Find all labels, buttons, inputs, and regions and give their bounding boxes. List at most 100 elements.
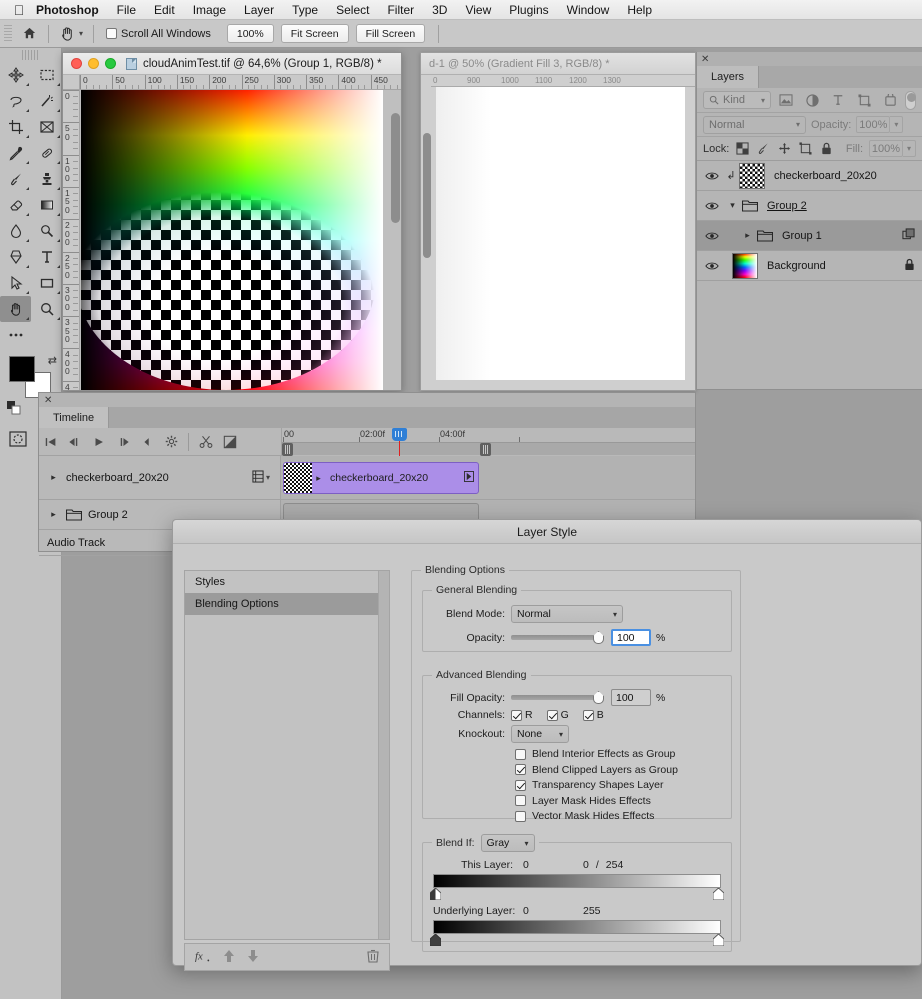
layer-row-background[interactable]: Background — [697, 251, 922, 281]
layer-visibility-icon[interactable] — [701, 171, 723, 181]
zoom-100-button[interactable]: 100% — [227, 24, 274, 43]
image-filter-icon[interactable] — [775, 91, 797, 109]
toolbar-grip[interactable] — [22, 50, 40, 60]
active-tool-hand-icon[interactable]: ▾ — [55, 25, 87, 42]
tool-preset-chevron-down-icon[interactable]: ▾ — [79, 29, 83, 38]
styles-list-scrollbar[interactable] — [378, 571, 389, 939]
underlying-layer-sliders[interactable] — [433, 934, 721, 947]
menu-item-layer[interactable]: Layer — [235, 0, 283, 20]
fill-opacity-input[interactable]: 100 — [611, 689, 651, 706]
layer-mask-hides-effects-checkbox[interactable]: Layer Mask Hides Effects — [515, 795, 731, 807]
this-layer-white-slider[interactable] — [713, 888, 724, 900]
layer-mask-hides-effects-box[interactable] — [515, 795, 526, 806]
vertical-scrollbar-background[interactable] — [423, 133, 431, 258]
chevron-right-icon[interactable]: ▸ — [741, 230, 754, 241]
audio-mute-icon[interactable] — [135, 429, 159, 455]
move-up-icon[interactable] — [223, 949, 235, 966]
layer-visibility-icon[interactable] — [701, 231, 723, 241]
fill-opacity-slider[interactable] — [511, 695, 603, 700]
delete-icon[interactable] — [367, 949, 379, 966]
chevron-down-icon[interactable]: ▾ — [761, 96, 765, 105]
adjustment-filter-icon[interactable] — [801, 91, 823, 109]
swap-colors-icon[interactable]: ⇄ — [48, 354, 57, 367]
chevron-right-icon[interactable]: ▸ — [312, 473, 325, 484]
blend-interior-effects-checkbox[interactable]: Blend Interior Effects as Group — [515, 748, 731, 760]
channel-r-checkbox[interactable]: R — [511, 709, 533, 721]
vector-mask-hides-effects-checkbox[interactable]: Vector Mask Hides Effects — [515, 810, 731, 822]
minimize-window-button[interactable] — [88, 58, 99, 69]
close-window-button[interactable] — [71, 58, 82, 69]
channel-r-box[interactable] — [511, 710, 522, 721]
layer-name-label[interactable]: Group 1 — [782, 230, 822, 242]
layer-opacity-value[interactable]: 100% — [856, 116, 890, 133]
this-layer-black-slider[interactable] — [430, 888, 441, 900]
transparency-shapes-layer-box[interactable] — [515, 780, 526, 791]
close-icon[interactable]: ✕ — [44, 395, 52, 406]
lock-all-icon[interactable] — [819, 141, 834, 157]
layer-opacity-stepper[interactable]: ▾ — [890, 116, 903, 133]
eyedropper-tool[interactable] — [0, 140, 31, 166]
this-layer-gradient[interactable] — [433, 874, 721, 888]
menu-item-window[interactable]: Window — [558, 0, 619, 20]
type-filter-icon[interactable] — [827, 91, 849, 109]
options-bar-grip[interactable] — [4, 25, 12, 43]
layer-visibility-icon[interactable] — [701, 261, 723, 271]
menu-item-help[interactable]: Help — [618, 0, 661, 20]
chevron-down-icon[interactable]: ▾ — [551, 730, 563, 739]
chevron-right-icon[interactable]: ▸ — [47, 472, 60, 483]
playhead-handle[interactable] — [392, 428, 407, 441]
video-track-icon[interactable] — [252, 470, 264, 486]
brush-tool[interactable] — [0, 166, 31, 192]
opacity-slider[interactable] — [511, 635, 603, 640]
crop-tool[interactable] — [0, 114, 31, 140]
document-window-background[interactable]: d-1 @ 50% (Gradient Fill 3, RGB/8) * 090… — [420, 52, 696, 391]
lock-image-icon[interactable] — [756, 141, 771, 157]
document-titlebar[interactable]: cloudAnimTest.tif @ 64,6% (Group 1, RGB/… — [63, 53, 401, 75]
move-down-icon[interactable] — [247, 949, 259, 966]
more-tools-icon[interactable] — [0, 322, 31, 348]
blend-clipped-layers-checkbox[interactable]: Blend Clipped Layers as Group — [515, 764, 731, 776]
opacity-input[interactable]: 100 — [611, 629, 651, 646]
fit-screen-button[interactable]: Fit Screen — [281, 24, 349, 43]
layer-visibility-icon[interactable] — [701, 201, 723, 211]
chevron-down-icon[interactable]: ▾ — [796, 120, 800, 129]
work-area-start-handle[interactable] — [282, 443, 293, 456]
layer-row-checkerboard[interactable]: ↲ checkerboard_20x20 — [697, 161, 922, 191]
settings-gear-icon[interactable] — [159, 429, 183, 455]
layer-name-label[interactable]: checkerboard_20x20 — [774, 170, 877, 182]
knockout-select[interactable]: None ▾ — [511, 725, 569, 743]
layer-fill-stepper[interactable]: ▾ — [903, 140, 916, 157]
split-clip-icon[interactable] — [194, 429, 218, 455]
styles-list[interactable]: Styles Blending Options — [184, 570, 390, 940]
pen-tool[interactable] — [0, 244, 31, 270]
lock-artboard-icon[interactable] — [798, 141, 813, 157]
layer-thumbnail[interactable] — [739, 163, 765, 189]
layer-filter-kind-select[interactable]: Kind ▾ — [703, 91, 771, 109]
menu-item-plugins[interactable]: Plugins — [500, 0, 557, 20]
type-tool[interactable] — [31, 244, 62, 270]
layer-thumbnail[interactable] — [732, 253, 758, 279]
this-layer-sliders[interactable] — [433, 888, 721, 901]
lock-position-icon[interactable] — [777, 141, 792, 157]
timeline-track-header[interactable]: ▸ checkerboard_20x20 ▾ — [39, 456, 281, 499]
channel-g-box[interactable] — [547, 710, 558, 721]
timeline-track-checkerboard[interactable]: ▸ checkerboard_20x20 ▾ ▸ checkerboard_20… — [39, 456, 695, 500]
underlying-black-slider[interactable] — [430, 934, 441, 946]
tab-layers[interactable]: Layers — [697, 66, 759, 88]
close-icon[interactable]: ✕ — [701, 54, 709, 65]
menu-item-photoshop[interactable]: Photoshop — [30, 0, 108, 20]
menu-item-view[interactable]: View — [456, 0, 500, 20]
transition-icon[interactable] — [218, 429, 242, 455]
canvas-background-document[interactable] — [436, 87, 685, 380]
blur-tool[interactable] — [0, 218, 31, 244]
tab-timeline[interactable]: Timeline — [39, 407, 109, 428]
next-frame-icon[interactable] — [111, 429, 135, 455]
dodge-tool[interactable] — [31, 218, 62, 244]
styles-list-item-blending-options[interactable]: Blending Options — [185, 593, 389, 615]
menu-item-select[interactable]: Select — [327, 0, 378, 20]
frame-tool[interactable] — [31, 114, 62, 140]
ruler-horizontal[interactable]: 0501001502002503003504004505 — [80, 75, 401, 90]
blend-interior-effects-box[interactable] — [515, 749, 526, 760]
scroll-all-windows-checkbox[interactable]: Scroll All Windows — [100, 28, 217, 40]
rectangular-marquee-tool[interactable] — [31, 62, 62, 88]
